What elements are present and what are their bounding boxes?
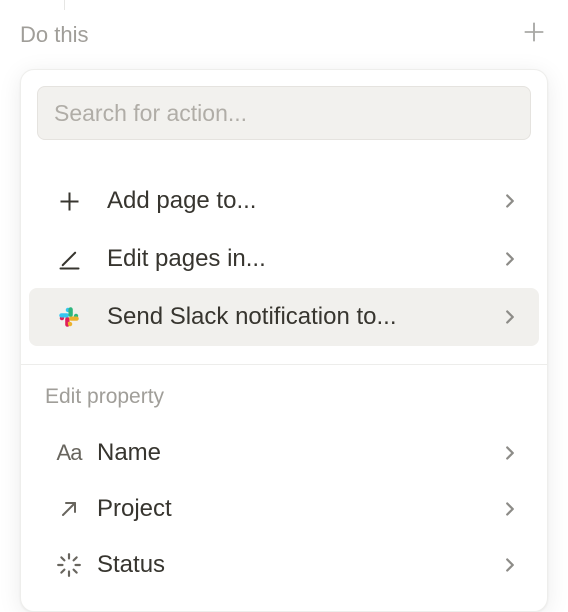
action-item-slack[interactable]: Send Slack notification to...: [29, 288, 539, 346]
search-input[interactable]: [37, 86, 531, 140]
chevron-right-icon: [499, 498, 521, 520]
property-item-project[interactable]: Project: [29, 481, 539, 537]
action-panel: Add page to... Edit pages in... Send Slack…: [20, 69, 548, 612]
property-label: Status: [97, 551, 499, 579]
action-list: Add page to... Edit pages in... Send Slack…: [21, 148, 547, 346]
arrow-up-right-icon: [57, 497, 81, 521]
top-divider: [64, 0, 65, 10]
chevron-right-icon: [499, 190, 521, 212]
action-icon-slot: [51, 183, 87, 219]
property-icon-slot: [51, 491, 87, 527]
header-bar: Do this: [0, 0, 568, 61]
action-label: Edit pages in...: [107, 245, 499, 273]
chevron-right-icon: [499, 306, 521, 328]
action-label: Send Slack notification to...: [107, 303, 499, 331]
action-item-add-page[interactable]: Add page to...: [29, 172, 539, 230]
property-icon-slot: Aa: [51, 435, 87, 471]
plus-icon: [56, 188, 83, 215]
chevron-right-icon: [499, 248, 521, 270]
property-label: Name: [97, 439, 499, 467]
action-item-edit-pages[interactable]: Edit pages in...: [29, 230, 539, 288]
do-this-label: Do this: [20, 22, 88, 48]
text-icon: Aa: [57, 440, 82, 466]
search-wrapper: [21, 82, 547, 148]
chevron-right-icon: [499, 442, 521, 464]
property-icon-slot: [51, 547, 87, 583]
property-item-status[interactable]: Status: [29, 537, 539, 593]
divider: [21, 364, 547, 365]
property-label: Project: [97, 495, 499, 523]
property-item-name[interactable]: Aa Name: [29, 425, 539, 481]
edit-icon: [56, 246, 83, 273]
chevron-right-icon: [499, 554, 521, 576]
action-icon-slot: [51, 241, 87, 277]
slack-icon: [56, 304, 82, 330]
action-label: Add page to...: [107, 187, 499, 215]
status-icon: [56, 552, 82, 578]
add-action-button[interactable]: [520, 18, 548, 51]
property-list: Aa Name Project Status: [21, 421, 547, 593]
action-icon-slot: [51, 299, 87, 335]
plus-icon: [520, 18, 548, 46]
section-header: Edit property: [21, 379, 547, 421]
